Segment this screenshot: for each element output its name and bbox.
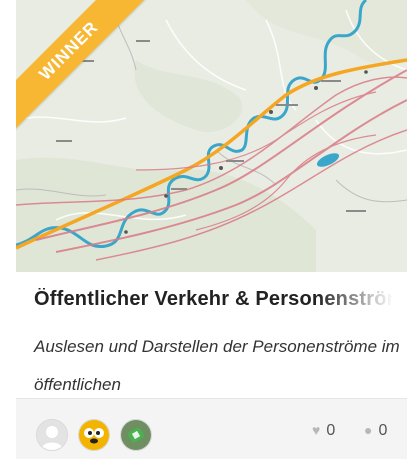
map-thumbnail[interactable]: WINNER bbox=[16, 0, 407, 272]
likes-count[interactable]: ♥ 0 bbox=[312, 422, 335, 440]
card-footer: ♥ 0 ● 0 bbox=[16, 398, 407, 459]
winner-badge: WINNER bbox=[16, 0, 149, 131]
winner-ribbon: WINNER bbox=[16, 0, 166, 150]
jake-face-icon bbox=[79, 420, 109, 450]
green-avatar-icon bbox=[121, 420, 151, 450]
title-fade-overlay bbox=[317, 282, 407, 316]
project-card[interactable]: WINNER Öffentlicher Verkehr & Personenst… bbox=[16, 0, 407, 459]
comment-bubble-icon: ● bbox=[364, 422, 373, 438]
heart-icon: ♥ bbox=[312, 422, 321, 438]
comments-count[interactable]: ● 0 bbox=[364, 422, 387, 440]
description-fade-overlay bbox=[216, 364, 407, 400]
avatar-jake[interactable] bbox=[78, 419, 110, 451]
user-silhouette-icon bbox=[37, 420, 67, 450]
avatar-green[interactable] bbox=[120, 419, 152, 451]
avatar-default[interactable] bbox=[36, 419, 68, 451]
